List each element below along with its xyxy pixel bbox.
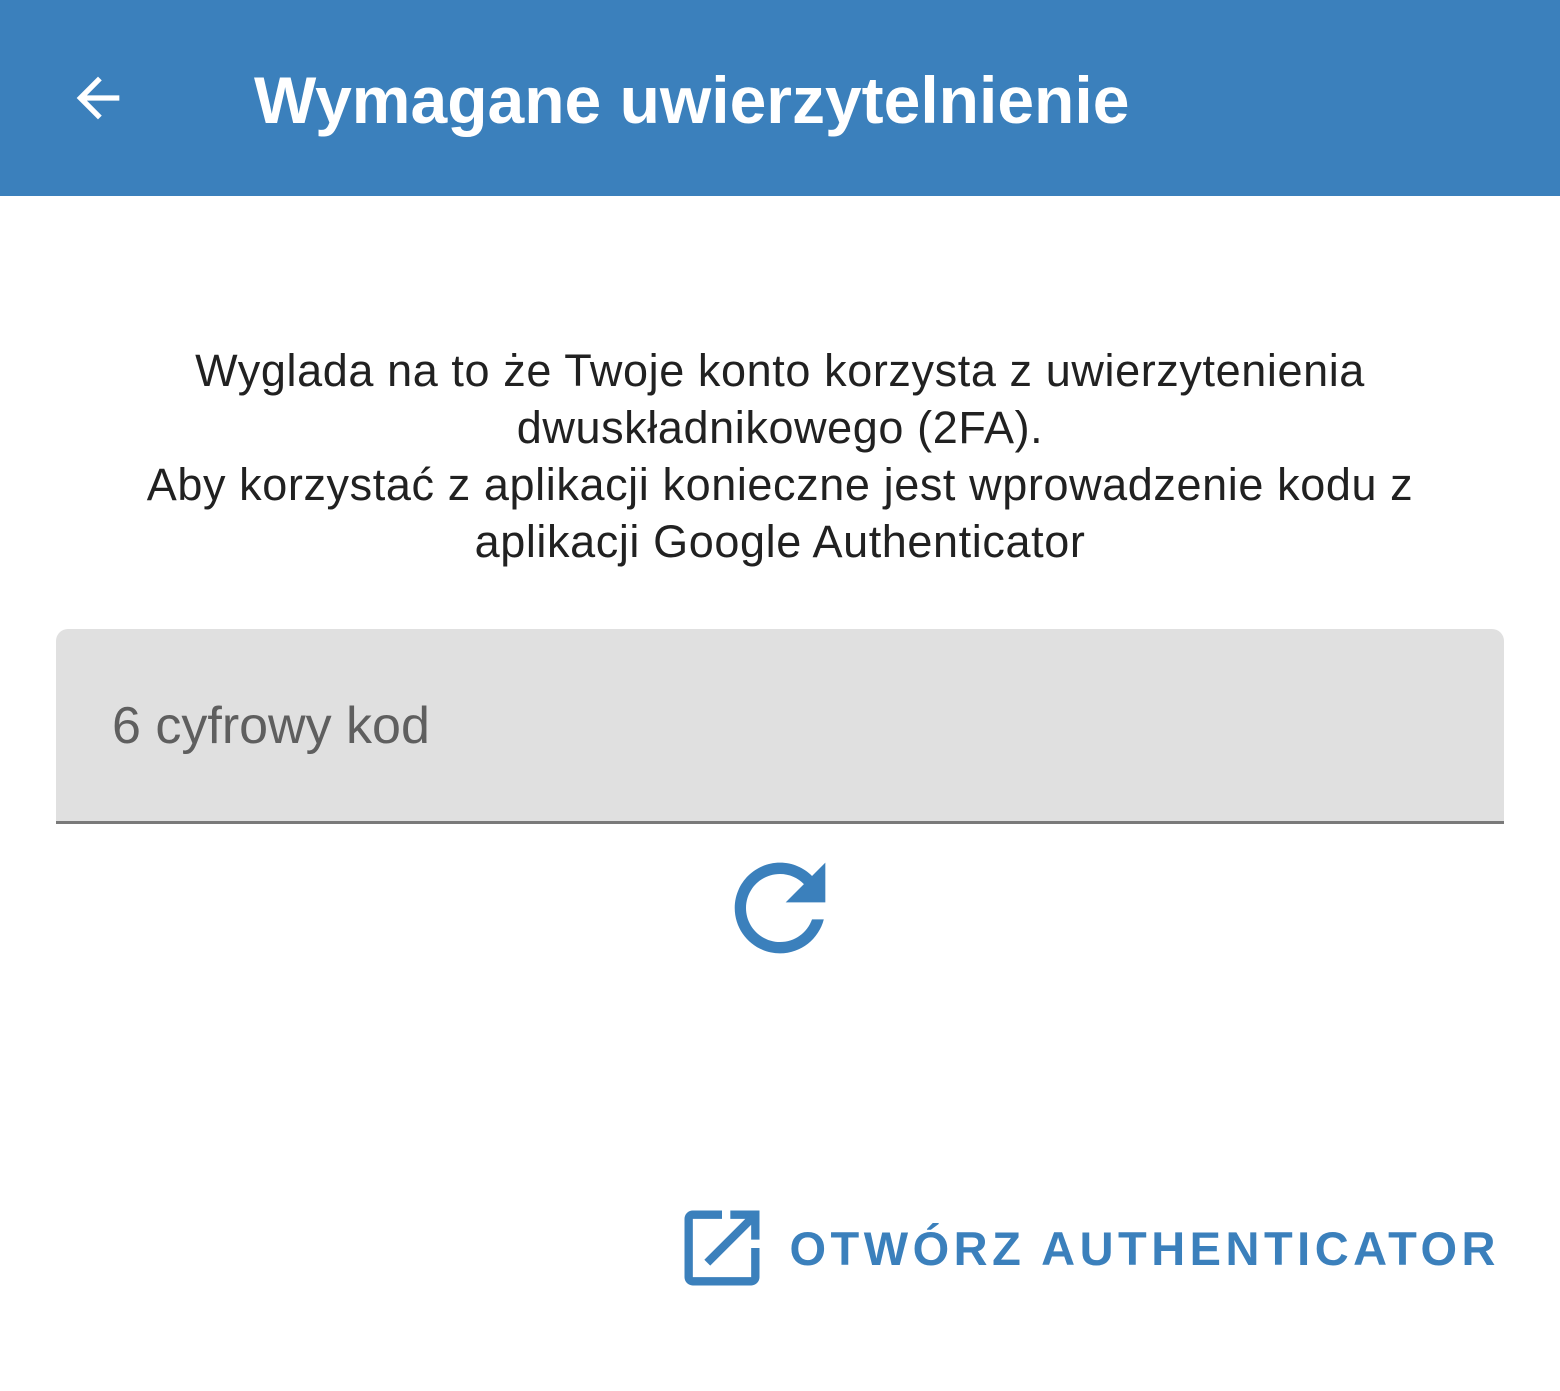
- message-line-2: dwuskładnikowego (2FA).: [516, 402, 1044, 453]
- arrow-back-icon: [76, 76, 120, 120]
- back-button[interactable]: [48, 48, 148, 148]
- refresh-button[interactable]: [712, 840, 848, 976]
- open-authenticator-button[interactable]: OTWÓRZ AUTHENTICATOR: [670, 1190, 1500, 1306]
- page-title: Wymagane uwierzytelnienie: [254, 63, 1130, 137]
- open-in-new-icon: [670, 1198, 773, 1298]
- code-input[interactable]: [112, 689, 1442, 763]
- open-authenticator-label: OTWÓRZ AUTHENTICATOR: [789, 1221, 1500, 1275]
- refresh-icon: [734, 862, 826, 954]
- message-line-1: Wyglada na to że Twoje konto korzysta z …: [195, 345, 1365, 396]
- message-line-3: Aby korzystać z aplikacji konieczne jest…: [146, 459, 1414, 510]
- code-field-container[interactable]: [56, 629, 1504, 824]
- message-line-4: aplikacji Google Authenticator: [474, 516, 1086, 567]
- two-factor-message: Wyglada na to że Twoje konto korzysta z …: [40, 342, 1520, 570]
- app-bar: Wymagane uwierzytelnienie: [0, 0, 1560, 196]
